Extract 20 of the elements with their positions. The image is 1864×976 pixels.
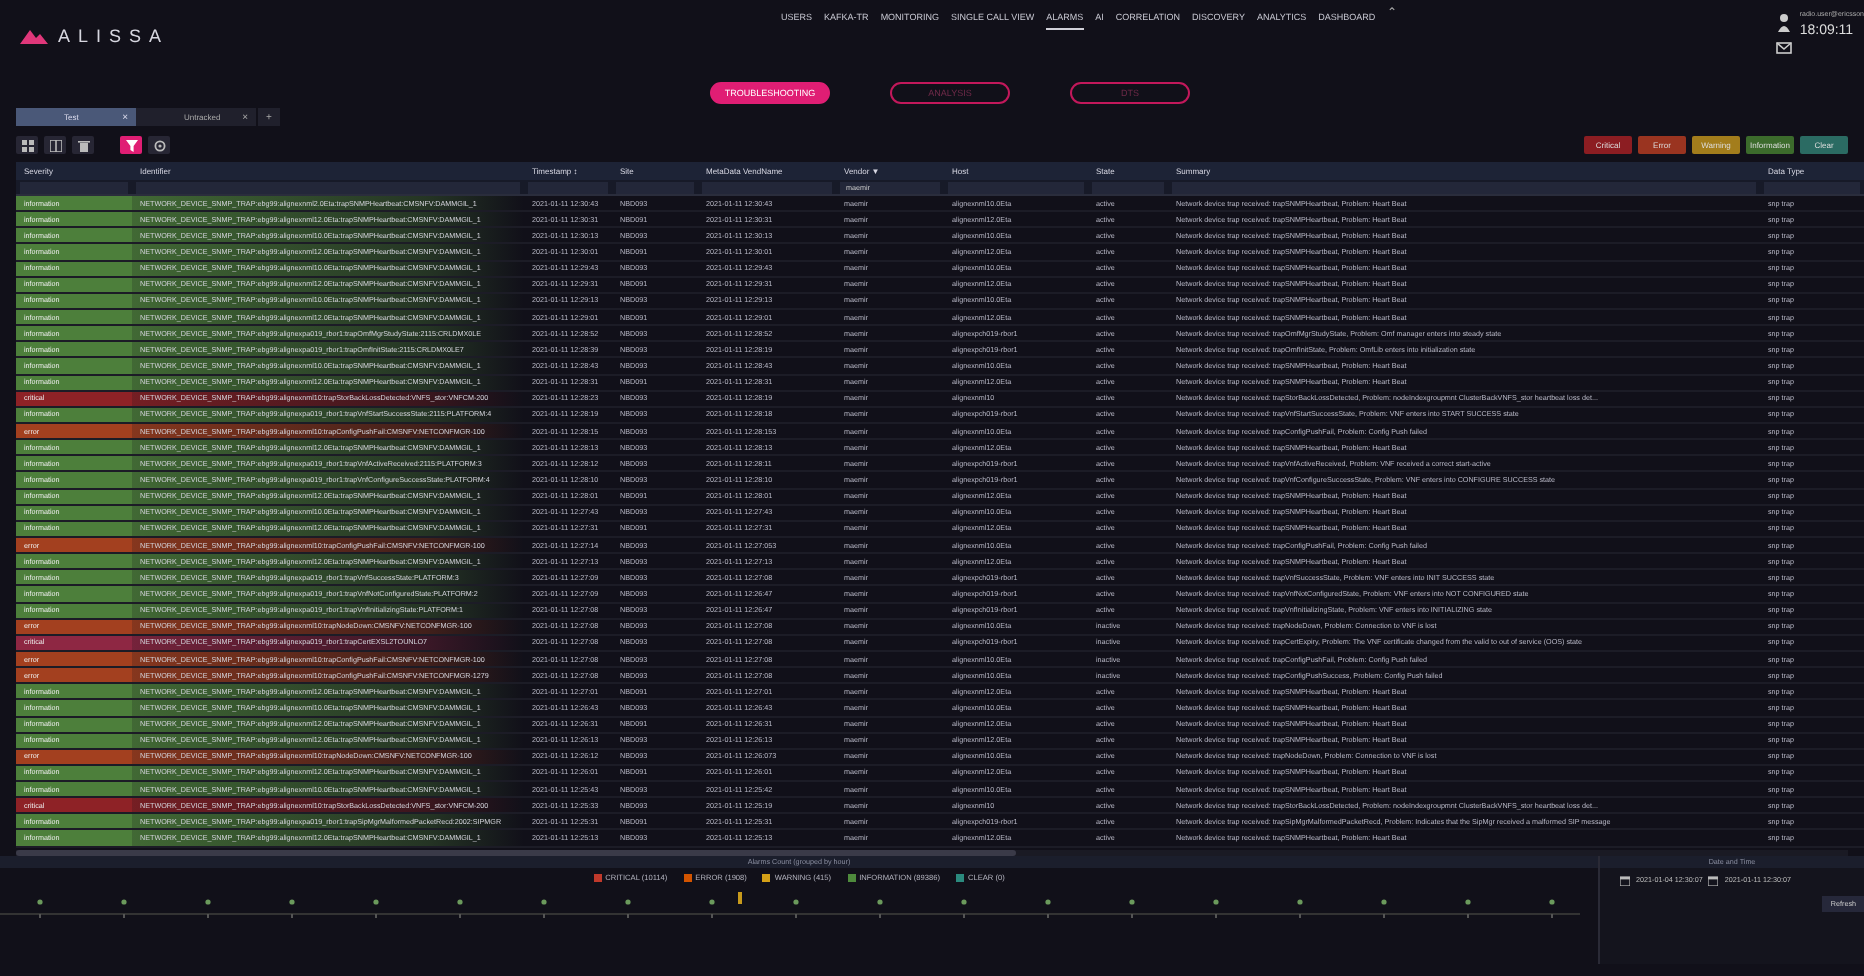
mail-icon[interactable] bbox=[1775, 42, 1792, 54]
settings-icon[interactable] bbox=[153, 139, 165, 151]
user-icon[interactable] bbox=[1777, 14, 1790, 32]
trash-icon[interactable] bbox=[77, 139, 89, 151]
column-filter-field[interactable] bbox=[1764, 181, 1860, 193]
logo-icon bbox=[20, 28, 48, 44]
column-filter-field[interactable] bbox=[20, 181, 128, 193]
calendar-icon[interactable] bbox=[1708, 875, 1719, 886]
column-filter-field[interactable] bbox=[136, 181, 520, 193]
column-filter-field[interactable] bbox=[702, 181, 832, 193]
column-filter-field[interactable] bbox=[616, 181, 694, 193]
column-filter-field[interactable] bbox=[1172, 181, 1756, 193]
column-filter-field[interactable] bbox=[528, 181, 608, 193]
column-filter-field[interactable] bbox=[948, 181, 1084, 193]
grid-icon[interactable] bbox=[21, 139, 33, 151]
column-filter-field[interactable] bbox=[1092, 181, 1164, 193]
columns-icon[interactable] bbox=[49, 139, 61, 151]
calendar-icon[interactable] bbox=[1620, 875, 1630, 886]
app-logo: ALISSA bbox=[58, 26, 170, 46]
filter-icon[interactable] bbox=[125, 139, 137, 151]
